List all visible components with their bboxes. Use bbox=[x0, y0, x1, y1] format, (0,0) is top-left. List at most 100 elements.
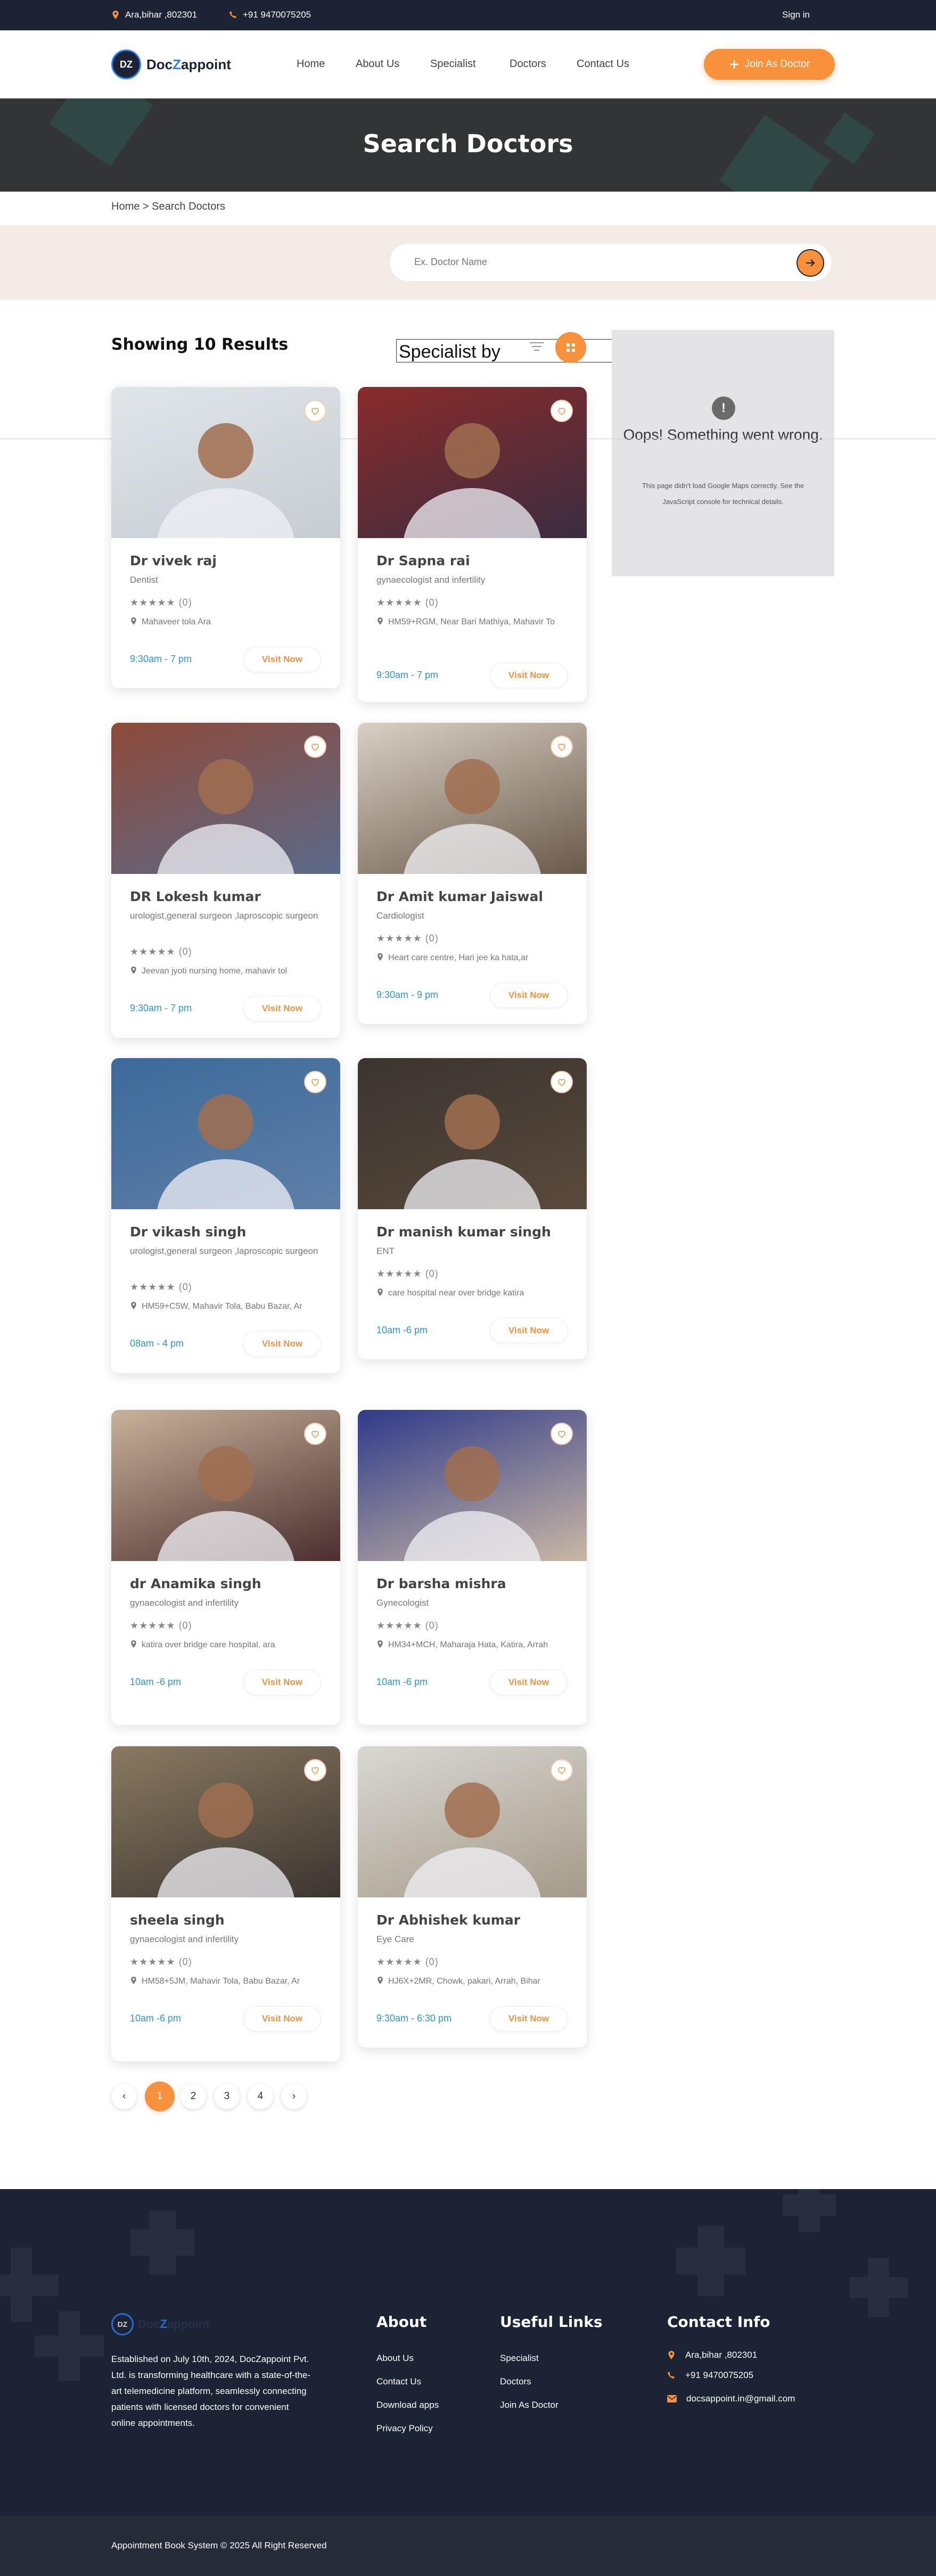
footer-link-specialist[interactable]: Specialist bbox=[500, 2353, 539, 2364]
footer-link-privacy-policy[interactable]: Privacy Policy bbox=[376, 2423, 433, 2434]
doctor-specialty: gynaecologist and infertility bbox=[130, 1934, 239, 1944]
doctor-card[interactable]: Dr manish kumar singh ENT ★★★★★ (0) care ho… bbox=[358, 1058, 587, 1359]
favorite-button[interactable] bbox=[551, 1759, 573, 1781]
favorite-button[interactable] bbox=[304, 736, 326, 758]
footer-logo-text: DocZappoint bbox=[138, 2317, 209, 2331]
visit-now-button[interactable]: Visit Now bbox=[490, 2006, 568, 2032]
topbar-phone-text: +91 9470075205 bbox=[243, 10, 311, 20]
favorite-button[interactable] bbox=[304, 1759, 326, 1781]
breadcrumb[interactable]: Home > Search Doctors bbox=[111, 201, 225, 213]
visit-now-button[interactable]: Visit Now bbox=[243, 996, 321, 1021]
footer-contact-email[interactable]: docsappoint.in@gmail.com bbox=[667, 2393, 795, 2404]
favorite-button[interactable] bbox=[551, 1423, 573, 1445]
visit-now-button[interactable]: Visit Now bbox=[490, 1670, 568, 1695]
nav-doctors[interactable]: Doctors bbox=[510, 58, 546, 70]
footer-link-about-us[interactable]: About Us bbox=[376, 2353, 414, 2364]
doctor-specialty: Dentist bbox=[130, 575, 158, 585]
arrow-right-icon bbox=[806, 259, 815, 267]
nav-about-us[interactable]: About Us bbox=[356, 58, 399, 70]
footer-contact-address: Ara,bihar ,802301 bbox=[667, 2350, 757, 2360]
doctor-address-text: HM58+5JM, Mahavir Tola, Babu Bazar, Ar bbox=[142, 1977, 300, 1986]
doctor-address: Jeevan jyoti nursing home, mahavir tol bbox=[130, 963, 324, 979]
location-pin-icon bbox=[377, 953, 383, 961]
favorite-button[interactable] bbox=[551, 400, 573, 422]
nav-home[interactable]: Home bbox=[297, 58, 325, 70]
location-pin-icon bbox=[377, 1640, 383, 1648]
visit-now-button[interactable]: Visit Now bbox=[490, 663, 568, 688]
doctor-address: care hospital near over bridge katira bbox=[376, 1285, 571, 1301]
doctor-name[interactable]: dr Anamika singh bbox=[130, 1576, 261, 1591]
footer-decor bbox=[130, 2229, 194, 2256]
grid-icon bbox=[566, 343, 575, 352]
doctor-specialty: gynaecologist and infertility bbox=[130, 1598, 239, 1608]
pagination-page-1[interactable]: 1 bbox=[145, 2082, 175, 2111]
doctor-card[interactable]: dr Anamika singh gynaecologist and infert… bbox=[111, 1410, 340, 1725]
doctor-name[interactable]: Dr vikash singh bbox=[130, 1224, 246, 1240]
visit-now-button[interactable]: Visit Now bbox=[490, 1318, 568, 1343]
doctor-card[interactable]: Dr barsha mishra Gynecologist ★★★★★ (0) HM3… bbox=[358, 1410, 587, 1725]
favorite-button[interactable] bbox=[304, 400, 326, 422]
visit-now-button[interactable]: Visit Now bbox=[490, 982, 568, 1008]
doctor-name[interactable]: Dr manish kumar singh bbox=[376, 1224, 551, 1240]
footer-decor bbox=[0, 2274, 59, 2296]
signin-link[interactable]: Sign in bbox=[782, 10, 810, 20]
doctor-card[interactable]: Dr vivek raj Dentist ★★★★★ (0) Mahaveer tol… bbox=[111, 387, 340, 688]
doctor-card[interactable]: Dr Sapna rai gynaecologist and infertilit… bbox=[358, 387, 587, 702]
site-logo[interactable]: DZ DocZappoint bbox=[111, 49, 231, 79]
join-as-doctor-button[interactable]: Join As Doctor bbox=[704, 49, 835, 80]
doctor-address: HJ6X+2MR, Chowk, pakari, Arrah, Bihar bbox=[376, 1974, 571, 1989]
pagination-prev[interactable]: ‹ bbox=[111, 2084, 137, 2109]
heart-icon bbox=[558, 1079, 565, 1086]
footer-link-contact-us[interactable]: Contact Us bbox=[376, 2376, 421, 2387]
search-submit-button[interactable] bbox=[797, 249, 824, 277]
doctor-name[interactable]: DR Lokesh kumar bbox=[130, 889, 261, 904]
footer-link-download-apps[interactable]: Download apps bbox=[376, 2400, 439, 2410]
rating-stars: ★★★★★ (0) bbox=[130, 597, 192, 608]
doctor-search-input[interactable]: Ex. Doctor Name bbox=[390, 244, 832, 281]
doctor-card[interactable]: Dr Amit kumar Jaiswal Cardiologist ★★★★★ (… bbox=[358, 723, 587, 1024]
footer-link-join-as-doctor[interactable]: Join As Doctor bbox=[500, 2400, 559, 2410]
doctor-name[interactable]: Dr Abhishek kumar bbox=[376, 1912, 520, 1928]
doctor-name[interactable]: Dr Sapna rai bbox=[376, 553, 470, 568]
visit-now-button[interactable]: Visit Now bbox=[243, 647, 321, 672]
heart-icon bbox=[311, 744, 319, 751]
rating-stars: ★★★★★ (0) bbox=[376, 933, 439, 944]
top-bar: Ara,bihar ,802301 +91 9470075205 Sign in bbox=[0, 0, 936, 30]
visit-now-button[interactable]: Visit Now bbox=[243, 1331, 321, 1357]
nav-specialist[interactable]: Specialist bbox=[430, 58, 476, 70]
grid-view-button[interactable] bbox=[555, 332, 586, 363]
visit-now-button[interactable]: Visit Now bbox=[243, 2006, 321, 2032]
favorite-button[interactable] bbox=[551, 1071, 573, 1093]
footer-link-doctors[interactable]: Doctors bbox=[500, 2376, 531, 2387]
footer-contact-phone[interactable]: +91 9470075205 bbox=[667, 2370, 753, 2381]
rating-stars: ★★★★★ (0) bbox=[130, 946, 192, 957]
doctor-card[interactable]: Dr Abhishek kumar Eye Care ★★★★★ (0) HJ6X+2… bbox=[358, 1746, 587, 2047]
favorite-button[interactable] bbox=[304, 1423, 326, 1445]
list-view-icon[interactable] bbox=[529, 340, 545, 363]
doctor-card[interactable]: Dr vikash singh urologist,general surgeon… bbox=[111, 1058, 340, 1373]
page-title: Search Doctors bbox=[363, 129, 573, 158]
favorite-button[interactable] bbox=[551, 736, 573, 758]
doctor-name[interactable]: Dr barsha mishra bbox=[376, 1576, 506, 1591]
pagination-page-2[interactable]: 2 bbox=[180, 2084, 206, 2109]
doctor-card[interactable]: DR Lokesh kumar urologist,general surgeon… bbox=[111, 723, 340, 1038]
topbar-phone[interactable]: +91 9470075205 bbox=[229, 10, 311, 20]
pagination-page-4[interactable]: 4 bbox=[248, 2084, 273, 2109]
visit-now-button[interactable]: Visit Now bbox=[243, 1670, 321, 1695]
favorite-button[interactable] bbox=[304, 1071, 326, 1093]
doctor-card[interactable]: sheela singh gynaecologist and infertilit… bbox=[111, 1746, 340, 2061]
doctor-name[interactable]: Dr Amit kumar Jaiswal bbox=[376, 889, 543, 904]
rating-count: (0) bbox=[425, 933, 439, 944]
phone-icon bbox=[668, 2372, 675, 2379]
location-pin-icon bbox=[131, 1977, 136, 1984]
pagination-page-3[interactable]: 3 bbox=[214, 2084, 240, 2109]
doctor-name[interactable]: Dr vivek raj bbox=[130, 553, 217, 568]
nav-contact-us[interactable]: Contact Us bbox=[577, 58, 629, 70]
pagination-next[interactable]: › bbox=[281, 2084, 307, 2109]
footer-logo[interactable]: DZ DocZappoint bbox=[111, 2313, 209, 2335]
search-placeholder: Ex. Doctor Name bbox=[414, 257, 488, 267]
location-pin-icon bbox=[131, 1302, 136, 1309]
specialist-filter[interactable]: Specialist by bbox=[396, 332, 614, 363]
doctor-name[interactable]: sheela singh bbox=[130, 1912, 225, 1928]
doctor-address-text: Heart care centre, Hari jee ka hata,ar bbox=[388, 953, 529, 962]
